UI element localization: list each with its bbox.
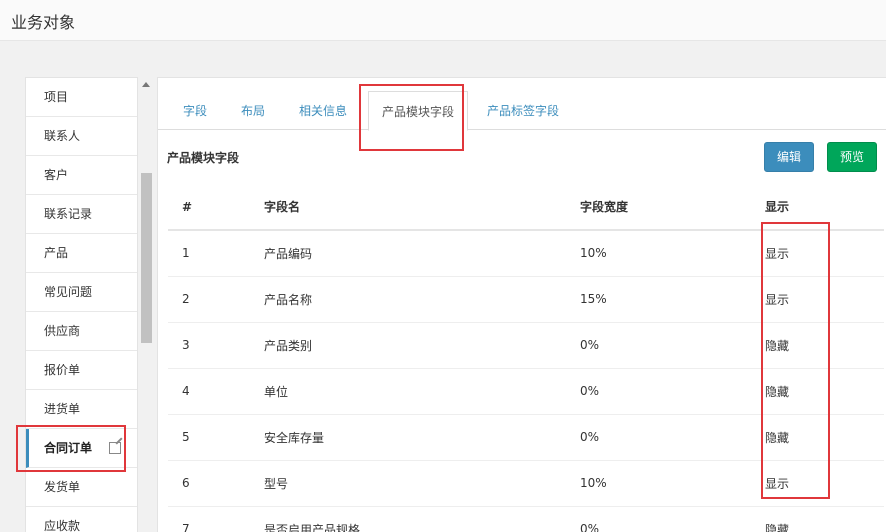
cell-field-width: 10% [580,459,765,506]
sidebar-item-label: 常见问题 [44,285,93,299]
highlight-box-sidebar [16,425,126,472]
column-header-index: # [168,184,264,231]
cell-field-width: 0% [580,413,765,460]
tab-product-label-fields[interactable]: 产品标签字段 [487,102,559,119]
cell-index: 3 [168,321,264,368]
cell-field-name: 是否启用产品规格 [264,505,580,532]
column-header-field-width: 字段宽度 [580,184,765,231]
sidebar-item-quotes[interactable]: 报价单 [26,351,137,390]
column-header-field-name: 字段名 [264,184,580,231]
sidebar-item-label: 客户 [44,168,69,182]
scroll-up-arrow-icon[interactable] [142,82,150,87]
cell-field-name: 产品编码 [264,229,580,276]
sidebar-item-contacts[interactable]: 联系人 [26,117,137,156]
cell-field-width: 0% [580,505,765,532]
tab-related-info[interactable]: 相关信息 [299,102,347,119]
cell-index: 6 [168,459,264,506]
preview-button[interactable]: 预览 [827,142,878,172]
cell-field-width: 0% [580,321,765,368]
tab-fields[interactable]: 字段 [183,102,207,119]
sidebar-item-label: 联系记录 [44,207,93,221]
page-title: 业务对象 [11,13,76,32]
sidebar-item-label: 发货单 [44,480,81,494]
cell-field-width: 15% [580,275,765,322]
sidebar-item-label: 进货单 [44,402,81,416]
sidebar-item-label: 供应商 [44,324,81,338]
section-title: 产品模块字段 [167,151,240,165]
cell-index: 4 [168,367,264,414]
cell-field-width: 10% [580,229,765,276]
page-header: 业务对象 [0,0,886,41]
sidebar-item-contact-records[interactable]: 联系记录 [26,195,137,234]
sidebar-item-receivables[interactable]: 应收款 [26,507,137,532]
sidebar-item-shipments[interactable]: 发货单 [26,468,137,507]
sidebar-item-label: 应收款 [44,519,81,532]
edit-button[interactable]: 编辑 [764,142,815,172]
sidebar-item-suppliers[interactable]: 供应商 [26,312,137,351]
sidebar-item-project[interactable]: 项目 [26,78,137,117]
cell-index: 2 [168,275,264,322]
tab-bar: 字段 布局 相关信息 产品模块字段 产品标签字段 [158,88,886,131]
sidebar-item-label: 联系人 [44,129,81,143]
highlight-box-display-column [761,222,830,499]
cell-field-name: 型号 [264,459,580,506]
cell-field-name: 安全库存量 [264,413,580,460]
cell-field-width: 0% [580,367,765,414]
cell-field-name: 产品名称 [264,275,580,322]
cell-display: 隐藏 [765,505,884,532]
highlight-box-tab [359,84,464,151]
sidebar-item-label: 产品 [44,246,69,260]
sidebar-item-customers[interactable]: 客户 [26,156,137,195]
cell-index: 7 [168,505,264,532]
cell-field-name: 单位 [264,367,580,414]
scrollbar-thumb[interactable] [141,173,152,343]
sidebar-item-products[interactable]: 产品 [26,234,137,273]
sidebar-item-label: 报价单 [44,363,81,377]
cell-index: 1 [168,229,264,276]
cell-index: 5 [168,413,264,460]
sidebar-scrollbar[interactable] [139,77,154,532]
sidebar-item-purchase-orders[interactable]: 进货单 [26,390,137,429]
tab-layout[interactable]: 布局 [241,102,265,119]
table-row[interactable]: 7 是否启用产品规格 0% 隐藏 [168,505,884,532]
cell-field-name: 产品类别 [264,321,580,368]
sidebar-item-faq[interactable]: 常见问题 [26,273,137,312]
sidebar-item-label: 项目 [44,90,69,104]
